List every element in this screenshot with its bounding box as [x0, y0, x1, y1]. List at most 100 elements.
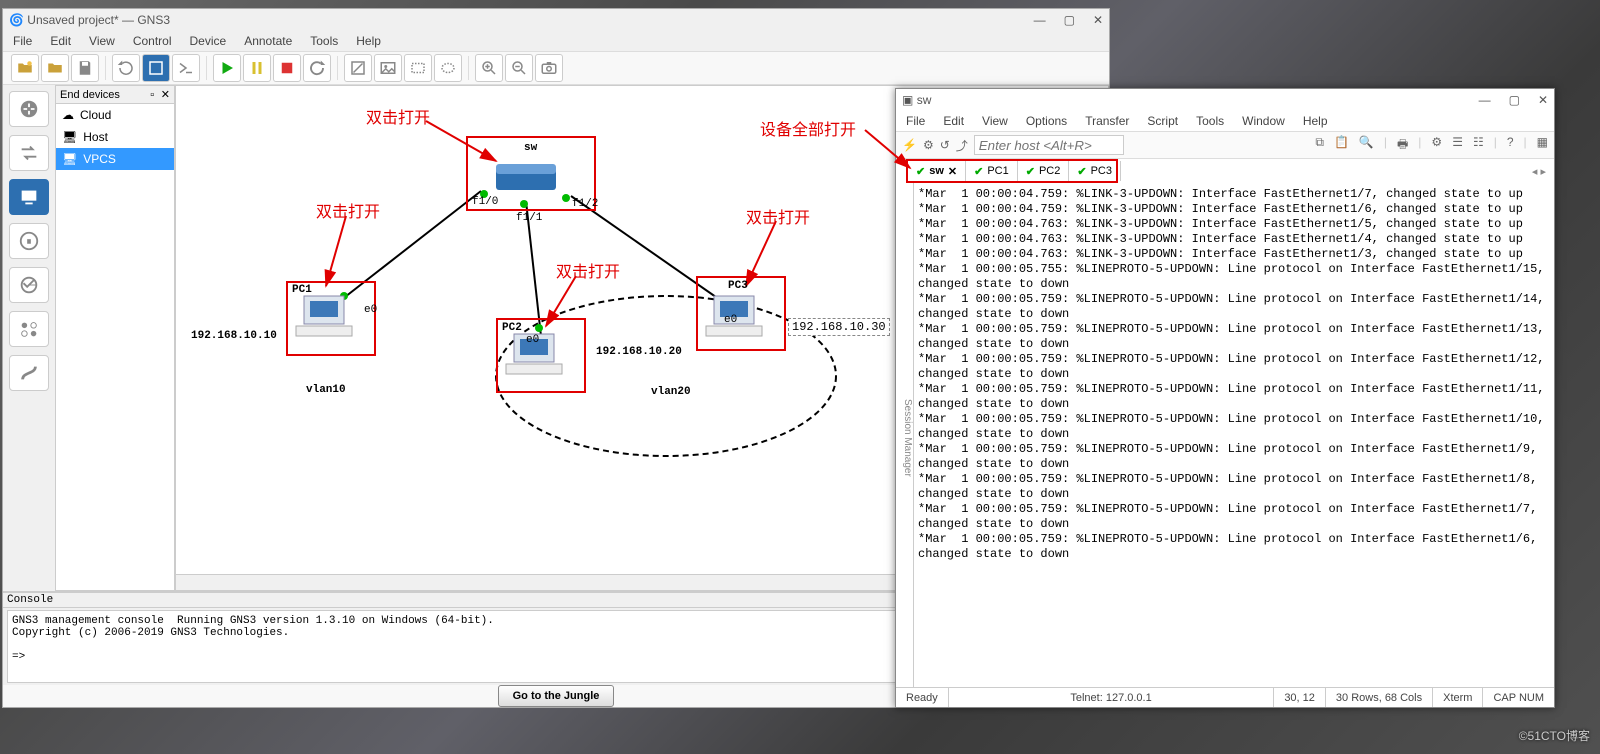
gns3-title: Unsaved project* — GNS3 [27, 13, 170, 27]
pause-all-button[interactable] [243, 54, 271, 82]
host-input[interactable] [974, 135, 1124, 155]
device-dock [3, 85, 55, 591]
tab-close-icon[interactable]: ✕ [948, 165, 957, 178]
routers-category-button[interactable] [9, 91, 49, 127]
status-ready: Ready [896, 688, 949, 707]
menu-help[interactable]: Help [356, 34, 381, 48]
find-icon[interactable]: 🔍 [1359, 135, 1374, 156]
label-pc1-ip: 192.168.10.10 [191, 330, 277, 342]
console-button[interactable] [172, 54, 200, 82]
add-link-button[interactable] [9, 355, 49, 391]
zoom-out-button[interactable] [505, 54, 533, 82]
lightning-icon[interactable]: ⚙ [923, 138, 934, 152]
disconnect-icon[interactable]: ⤴ [956, 137, 968, 154]
reconnect-icon[interactable]: ↺ [940, 138, 950, 152]
menu-tools[interactable]: Tools [310, 34, 338, 48]
all-devices-button[interactable] [9, 267, 49, 303]
device-item-vpcs[interactable]: 🖥VPCS [56, 148, 174, 170]
tab-pc3[interactable]: ✔ PC3 [1069, 161, 1121, 181]
close-icon[interactable]: ✕ [1093, 13, 1103, 27]
label-f11: f1/1 [516, 212, 542, 224]
check-icon: ✔ [974, 165, 983, 178]
check-icon: ✔ [1077, 165, 1086, 178]
filter-icon[interactable]: ☷ [1473, 135, 1484, 156]
stop-all-button[interactable] [273, 54, 301, 82]
device-label: Host [83, 130, 108, 144]
switches-category-button[interactable] [9, 135, 49, 171]
save-project-button[interactable] [71, 54, 99, 82]
menu-transfer[interactable]: Transfer [1085, 114, 1129, 128]
maximize-icon[interactable]: ▢ [1064, 13, 1075, 27]
open-project-button[interactable] [41, 54, 69, 82]
crt-maximize-icon[interactable]: ▢ [1509, 93, 1520, 107]
browse-all-button[interactable] [9, 311, 49, 347]
minimize-icon[interactable]: — [1034, 13, 1046, 27]
new-project-button[interactable] [11, 54, 39, 82]
options-icon[interactable]: ⚙ [1431, 135, 1442, 156]
label-pc3: PC3 [728, 280, 748, 292]
add-note-button[interactable] [344, 54, 372, 82]
menu-help[interactable]: Help [1303, 114, 1328, 128]
security-category-button[interactable] [9, 223, 49, 259]
menu-control[interactable]: Control [133, 34, 172, 48]
menu-tools[interactable]: Tools [1196, 114, 1224, 128]
jungle-button[interactable]: Go to the Jungle [498, 685, 615, 707]
menu-script[interactable]: Script [1147, 114, 1178, 128]
menu-edit[interactable]: Edit [943, 114, 964, 128]
menu-file[interactable]: File [13, 34, 32, 48]
annot-pc1: 双击打开 [316, 198, 380, 222]
menu-options[interactable]: Options [1026, 114, 1067, 128]
end-devices-category-button[interactable] [9, 179, 49, 215]
menu-device[interactable]: Device [190, 34, 227, 48]
tab-pc1[interactable]: ✔PC1 [966, 161, 1018, 181]
tab-pc2[interactable]: ✔PC2 [1018, 161, 1070, 181]
restart-button[interactable] [303, 54, 331, 82]
menu-window[interactable]: Window [1242, 114, 1285, 128]
paste-icon[interactable]: 📋 [1334, 135, 1349, 156]
draw-rect-button[interactable] [404, 54, 432, 82]
session-options-icon[interactable]: ☰ [1452, 135, 1463, 156]
annot-sw: 双击打开 [366, 104, 430, 128]
insert-image-button[interactable] [374, 54, 402, 82]
terminal-output[interactable]: *Mar 1 00:00:04.759: %LINK-3-UPDOWN: Int… [914, 183, 1554, 687]
gns3-titlebar[interactable]: 🌀 Unsaved project* — GNS3 — ▢ ✕ [3, 9, 1109, 31]
zoom-in-button[interactable] [475, 54, 503, 82]
label-pc2-e0: e0 [526, 334, 539, 346]
menu-annotate[interactable]: Annotate [244, 34, 292, 48]
crt-app-icon: ▣ [902, 93, 913, 107]
tabs-overflow-icon[interactable]: ◂ ▸ [1524, 165, 1554, 178]
draw-ellipse-button[interactable] [434, 54, 462, 82]
tab-label: PC3 [1091, 165, 1112, 177]
menu-view[interactable]: View [89, 34, 115, 48]
gns3-menubar: File Edit View Control Device Annotate Tools He… [3, 31, 1109, 51]
screenshot-button[interactable] [535, 54, 563, 82]
help-icon[interactable]: ? [1507, 135, 1514, 156]
status-pos: 30, 12 [1274, 688, 1326, 707]
snapshot-button[interactable] [142, 54, 170, 82]
label-vlan10: vlan10 [306, 384, 346, 396]
gns3-app-icon: 🌀 [9, 13, 24, 27]
panel-title: End devices [60, 89, 120, 101]
start-all-button[interactable] [213, 54, 241, 82]
menu-edit[interactable]: Edit [50, 34, 71, 48]
panel-header: End devices ▫ ✕ [56, 86, 174, 104]
crt-close-icon[interactable]: ✕ [1538, 93, 1548, 107]
label-pc1-e0: e0 [364, 304, 377, 316]
label-pc3-ip[interactable]: 192.168.10.30 [788, 318, 890, 336]
toggle-view-icon[interactable]: ▦ [1537, 135, 1548, 156]
menu-view[interactable]: View [982, 114, 1008, 128]
undock-icon[interactable]: ▫ [150, 89, 154, 101]
device-label: VPCS [83, 152, 116, 166]
copy-icon[interactable]: ⧉ [1315, 135, 1324, 156]
device-item-cloud[interactable]: ☁Cloud [56, 104, 174, 126]
crt-minimize-icon[interactable]: — [1479, 93, 1491, 107]
session-manager-tab[interactable]: Session Manager [896, 183, 914, 687]
label-pc2: PC2 [502, 322, 522, 334]
reload-button[interactable] [112, 54, 140, 82]
crt-titlebar[interactable]: ▣ sw — ▢ ✕ [896, 89, 1554, 111]
panel-close-icon[interactable]: ✕ [161, 88, 170, 101]
annot-devices-open: 设备全部打开 [760, 116, 856, 140]
crt-menubar: FileEditViewOptionsTransferScriptToolsWi… [896, 111, 1554, 131]
device-item-host[interactable]: 🖥Host [56, 126, 174, 148]
print-icon[interactable]: 🖶 [1397, 135, 1408, 156]
